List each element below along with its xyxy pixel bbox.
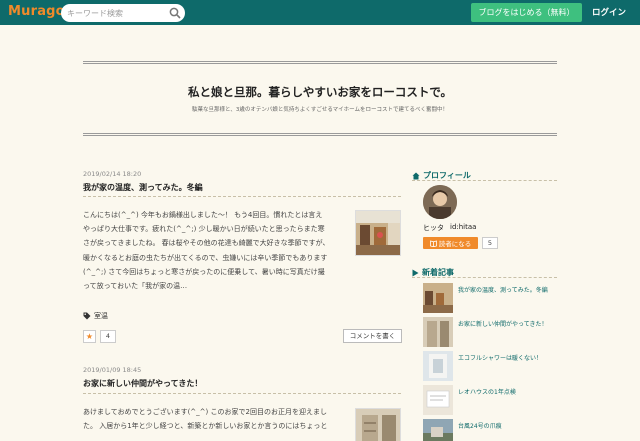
blog-title[interactable]: 私と娘と旦那。暮らしやすいお家をローコストで。 bbox=[83, 84, 557, 100]
header-bottom-divider bbox=[83, 133, 557, 136]
search-icon[interactable] bbox=[169, 7, 181, 19]
excerpt-line: た。 入居から1年と少し経つと、新築とか新しいお家とか言うのにはちょっと bbox=[83, 422, 328, 431]
excerpt-line: さが戻ってきましたね。 春は桜やその他の花達も綺麗で大好きな季節ですが、 bbox=[83, 239, 330, 248]
excerpt-line: って放っておいた「我が家の温… bbox=[83, 282, 188, 291]
excerpt-line: こんにちは(^_^) 今年もお鍋様出しました〜！ もう4回目。慣れたとは言え bbox=[83, 211, 323, 219]
sidebar-divider bbox=[412, 277, 557, 278]
star-count: 4 bbox=[100, 330, 116, 343]
book-icon bbox=[429, 239, 437, 247]
search-box[interactable] bbox=[61, 4, 185, 22]
excerpt-line: あけましておめでとうございます(^_^) このお家で2回目のお正月を迎えまし bbox=[83, 408, 327, 416]
avatar[interactable] bbox=[423, 185, 457, 219]
recent-post-item[interactable]: 我が家の温度、測ってみた。冬編 bbox=[423, 283, 557, 314]
recent-post-thumbnail bbox=[423, 385, 453, 415]
article-title[interactable]: 我が家の温度、測ってみた。冬編 bbox=[83, 182, 203, 193]
recent-post-title[interactable]: エコフルシャワーは暖くない！ bbox=[458, 353, 558, 362]
recent-post-item[interactable]: エコフルシャワーは暖くない！ bbox=[423, 351, 557, 382]
article-category[interactable]: 室温 bbox=[83, 311, 108, 321]
article-title[interactable]: お家に新しい仲間がやってきた！ bbox=[83, 378, 202, 389]
recent-post-item[interactable]: レオハウスの1年点検 bbox=[423, 385, 557, 416]
article-thumbnail[interactable] bbox=[355, 210, 401, 256]
article-divider bbox=[83, 393, 401, 394]
start-blog-button[interactable]: ブログをはじめる（無料） bbox=[471, 3, 582, 22]
blog-description: 駄菓な旦那様と、3歳のオテンバ娘と気持ちよくすごせるマイホームをローコストで建て… bbox=[192, 107, 448, 113]
article-divider bbox=[83, 196, 401, 197]
recent-post-thumbnail bbox=[423, 283, 453, 313]
search-input[interactable] bbox=[67, 5, 167, 21]
recent-post-title[interactable]: 我が家の温度、測ってみた。冬編 bbox=[458, 285, 558, 294]
comment-button[interactable]: コメントを書く bbox=[343, 329, 402, 343]
profile-name[interactable]: ヒッタ bbox=[423, 223, 444, 233]
triangle-right-icon bbox=[412, 269, 419, 276]
recent-post-title[interactable]: 台風24号の爪痕 bbox=[458, 421, 557, 430]
sidebar-divider bbox=[412, 180, 557, 181]
profile-id: id:hitaa bbox=[450, 223, 477, 231]
excerpt-line: やっぱり大仕事です。疲れた(^_^;) 少し暖かい日が続いたと思ったらまた寒 bbox=[83, 225, 325, 234]
recent-post-item[interactable]: 台風24号の爪痕 bbox=[423, 419, 557, 441]
star-icon: ★ bbox=[85, 332, 94, 341]
subscribe-button[interactable]: 読者になる bbox=[423, 237, 478, 249]
subscribe-label: 読者になる bbox=[438, 240, 472, 248]
category-label: 室温 bbox=[94, 312, 108, 320]
top-bar: Muragon ブログをはじめる（無料） ログイン bbox=[0, 0, 640, 25]
tag-icon bbox=[83, 312, 91, 320]
recent-post-title[interactable]: お家に新しい仲間がやってきた！ bbox=[458, 319, 558, 328]
article-thumbnail-image bbox=[356, 211, 400, 255]
article-thumbnail[interactable] bbox=[355, 408, 401, 441]
header-top-divider bbox=[83, 61, 557, 64]
reader-count: 5 bbox=[482, 237, 498, 249]
login-link[interactable]: ログイン bbox=[592, 6, 626, 18]
article-date: 2019/02/14 18:20 bbox=[83, 170, 142, 178]
home-icon bbox=[412, 172, 420, 179]
recent-post-thumbnail bbox=[423, 351, 453, 381]
star-button[interactable]: ★ bbox=[83, 330, 96, 343]
article-date: 2019/01/09 18:45 bbox=[83, 366, 142, 374]
recent-post-item[interactable]: お家に新しい仲間がやってきた！ bbox=[423, 317, 557, 348]
recent-post-thumbnail bbox=[423, 419, 453, 441]
recent-post-thumbnail bbox=[423, 317, 453, 347]
excerpt-line: 暖かくなるとお庭の虫たちが出てくるので、虫嫌いには辛い季節でもあります bbox=[83, 253, 328, 262]
recent-post-title[interactable]: レオハウスの1年点検 bbox=[458, 387, 558, 396]
article-excerpt: あけましておめでとうございます(^_^) このお家で2回目のお正月を迎えまし た… bbox=[83, 405, 349, 433]
avatar-image bbox=[423, 185, 457, 219]
article-excerpt: こんにちは(^_^) 今年もお鍋様出しました〜！ もう4回目。慣れたとは言え や… bbox=[83, 208, 349, 293]
article-thumbnail-image bbox=[356, 409, 400, 441]
excerpt-line: (^_^;) さて今回はちょっと寒さが戻ったのに便乗して、暑い時に写真だけ撮 bbox=[83, 267, 325, 276]
